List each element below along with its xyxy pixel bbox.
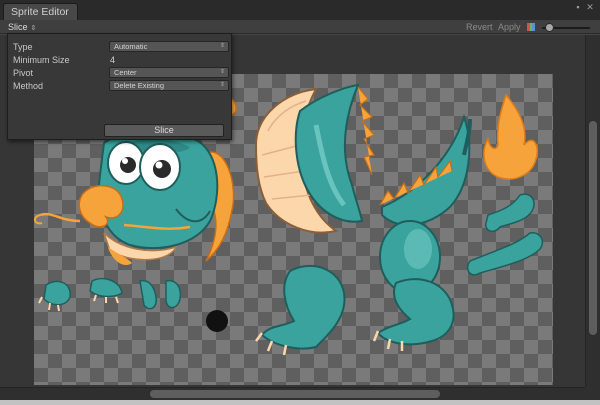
method-value: Delete Existing bbox=[114, 81, 165, 90]
window-menu-icon[interactable]: ▪ bbox=[573, 2, 583, 12]
toolbar: Slice ⇕ Revert Apply bbox=[0, 20, 600, 34]
pivot-label: Pivot bbox=[13, 68, 34, 78]
slice-menu-label: Slice bbox=[8, 22, 28, 32]
window-close-icon[interactable]: ✕ bbox=[585, 2, 595, 12]
caret-icon: ⇕ bbox=[30, 25, 37, 32]
horizontal-scrollbar[interactable] bbox=[0, 387, 585, 400]
pivot-dropdown[interactable]: Center ⇕ bbox=[109, 67, 229, 78]
slice-button[interactable]: Slice bbox=[104, 124, 224, 137]
type-label: Type bbox=[13, 42, 33, 52]
minimum-size-field[interactable]: 4 bbox=[110, 54, 115, 66]
horizontal-scrollbar-thumb[interactable] bbox=[150, 390, 440, 398]
method-label: Method bbox=[13, 81, 44, 91]
tab-strip: Sprite Editor ▪ ✕ bbox=[0, 0, 600, 20]
method-dropdown[interactable]: Delete Existing ⇕ bbox=[109, 80, 229, 91]
slice-popup: Type Automatic ⇕ Minimum Size 4 Pivot Ce… bbox=[7, 33, 232, 140]
minimum-size-label: Minimum Size bbox=[13, 55, 70, 65]
limb-sprites bbox=[466, 193, 544, 276]
scrollbar-corner bbox=[585, 387, 600, 400]
dropdown-arrow-icon: ⇕ bbox=[219, 82, 225, 88]
dropdown-arrow-icon: ⇕ bbox=[219, 43, 225, 49]
sprite-editor-tab[interactable]: Sprite Editor bbox=[3, 3, 78, 20]
type-row: Type Automatic ⇕ bbox=[13, 41, 229, 53]
type-dropdown[interactable]: Automatic ⇕ bbox=[109, 41, 229, 52]
dropdown-arrow-icon: ⇕ bbox=[219, 69, 225, 75]
pupil-sprite bbox=[206, 310, 228, 332]
method-row: Method Delete Existing ⇕ bbox=[13, 80, 229, 92]
pivot-value: Center bbox=[114, 68, 137, 77]
pivot-row: Pivot Center ⇕ bbox=[13, 67, 229, 79]
tail-sprite bbox=[379, 113, 472, 226]
zoom-slider-handle[interactable] bbox=[545, 23, 554, 32]
revert-button[interactable]: Revert bbox=[466, 21, 493, 33]
apply-button[interactable]: Apply bbox=[498, 21, 521, 33]
fire-sprite bbox=[483, 93, 538, 180]
type-value: Automatic bbox=[114, 42, 148, 51]
slice-menu-button[interactable]: Slice ⇕ bbox=[8, 21, 36, 33]
leg-sprites bbox=[255, 265, 455, 356]
vertical-scrollbar[interactable] bbox=[585, 35, 600, 387]
window-bottom-edge bbox=[0, 400, 600, 405]
color-channel-icon[interactable] bbox=[527, 23, 536, 31]
minimum-size-row: Minimum Size 4 bbox=[13, 54, 227, 66]
vertical-scrollbar-thumb[interactable] bbox=[589, 121, 597, 335]
claw-sprites bbox=[38, 277, 182, 312]
sprite-editor-window: Sprite Editor ▪ ✕ Slice ⇕ Revert Apply T… bbox=[0, 0, 600, 405]
